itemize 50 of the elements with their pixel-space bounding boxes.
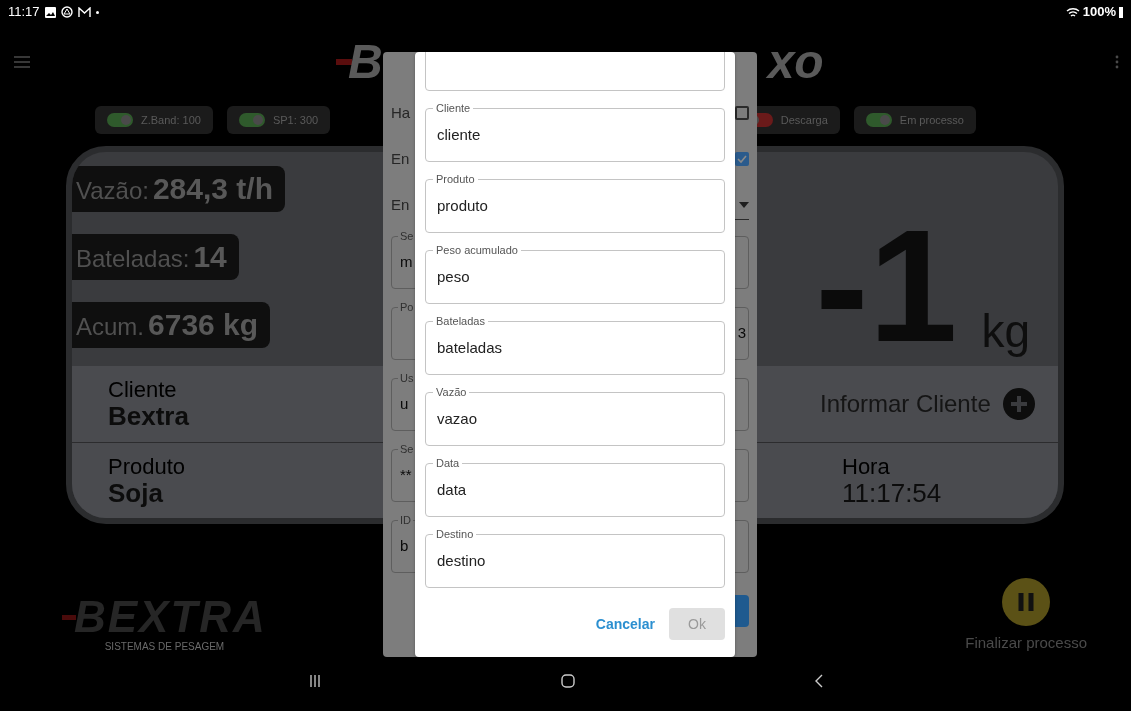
mail-icon (77, 6, 91, 18)
logo-tagline: SISTEMAS DE PESAGEM (104, 640, 225, 654)
wifi-icon (1065, 6, 1080, 18)
indicator-label: Em processo (899, 112, 964, 128)
toggle-switch[interactable] (865, 113, 892, 127)
readout-value: 284,3 t/h (152, 171, 273, 207)
info-label: Hora (842, 454, 890, 479)
indicator-label: Descarga (780, 112, 828, 128)
toggle-switch[interactable] (238, 113, 265, 127)
more-icon[interactable] (1115, 55, 1119, 69)
readout-value: 14 (193, 239, 227, 275)
option-label: En (391, 148, 410, 169)
readout-label: Acum. (76, 312, 144, 342)
caret-icon (739, 201, 749, 208)
clock: 11:17 (8, 3, 40, 22)
field-label: Destino (433, 527, 477, 541)
option-label: Ha (391, 102, 411, 123)
home-icon[interactable] (560, 673, 575, 688)
plus-icon (1002, 388, 1035, 420)
info-value: 11:17:54 (842, 478, 942, 507)
menu-icon[interactable] (14, 56, 30, 68)
battery-level: 100% (1082, 3, 1116, 22)
recent-apps-icon[interactable] (308, 674, 321, 687)
readout-value: 6736 kg (148, 307, 259, 343)
back-icon[interactable] (814, 673, 823, 688)
info-label: Cliente (108, 378, 177, 402)
triangle-icon (60, 6, 73, 18)
app-title: B (336, 38, 383, 86)
readout-label: Vazão: (76, 176, 149, 206)
field-label: Vazão (433, 385, 470, 399)
toggle-switch[interactable] (107, 113, 133, 127)
battery-icon (1119, 6, 1123, 18)
info-value: Soja (108, 478, 163, 507)
indicator-label: Z.Band: 100 (141, 112, 201, 128)
app-title: xo (767, 38, 824, 86)
option-label: En (391, 194, 410, 215)
field-label: Data (433, 456, 463, 470)
readout-label: Bateladas: (76, 244, 190, 274)
info-label: Produto (108, 454, 186, 479)
cancel-button[interactable]: Cancelar (589, 608, 661, 640)
ok-button: Ok (669, 608, 725, 640)
image-icon (44, 6, 56, 18)
checkbox[interactable] (735, 152, 749, 166)
indicator-label: SP1: 300 (272, 112, 319, 128)
field-label: Cliente (433, 101, 474, 115)
field-label: Bateladas (433, 314, 488, 328)
info-value: Bextra (108, 402, 189, 430)
field-label: Peso acumulado (433, 243, 521, 257)
field-label: Produto (433, 172, 478, 186)
pause-icon (1002, 577, 1051, 626)
